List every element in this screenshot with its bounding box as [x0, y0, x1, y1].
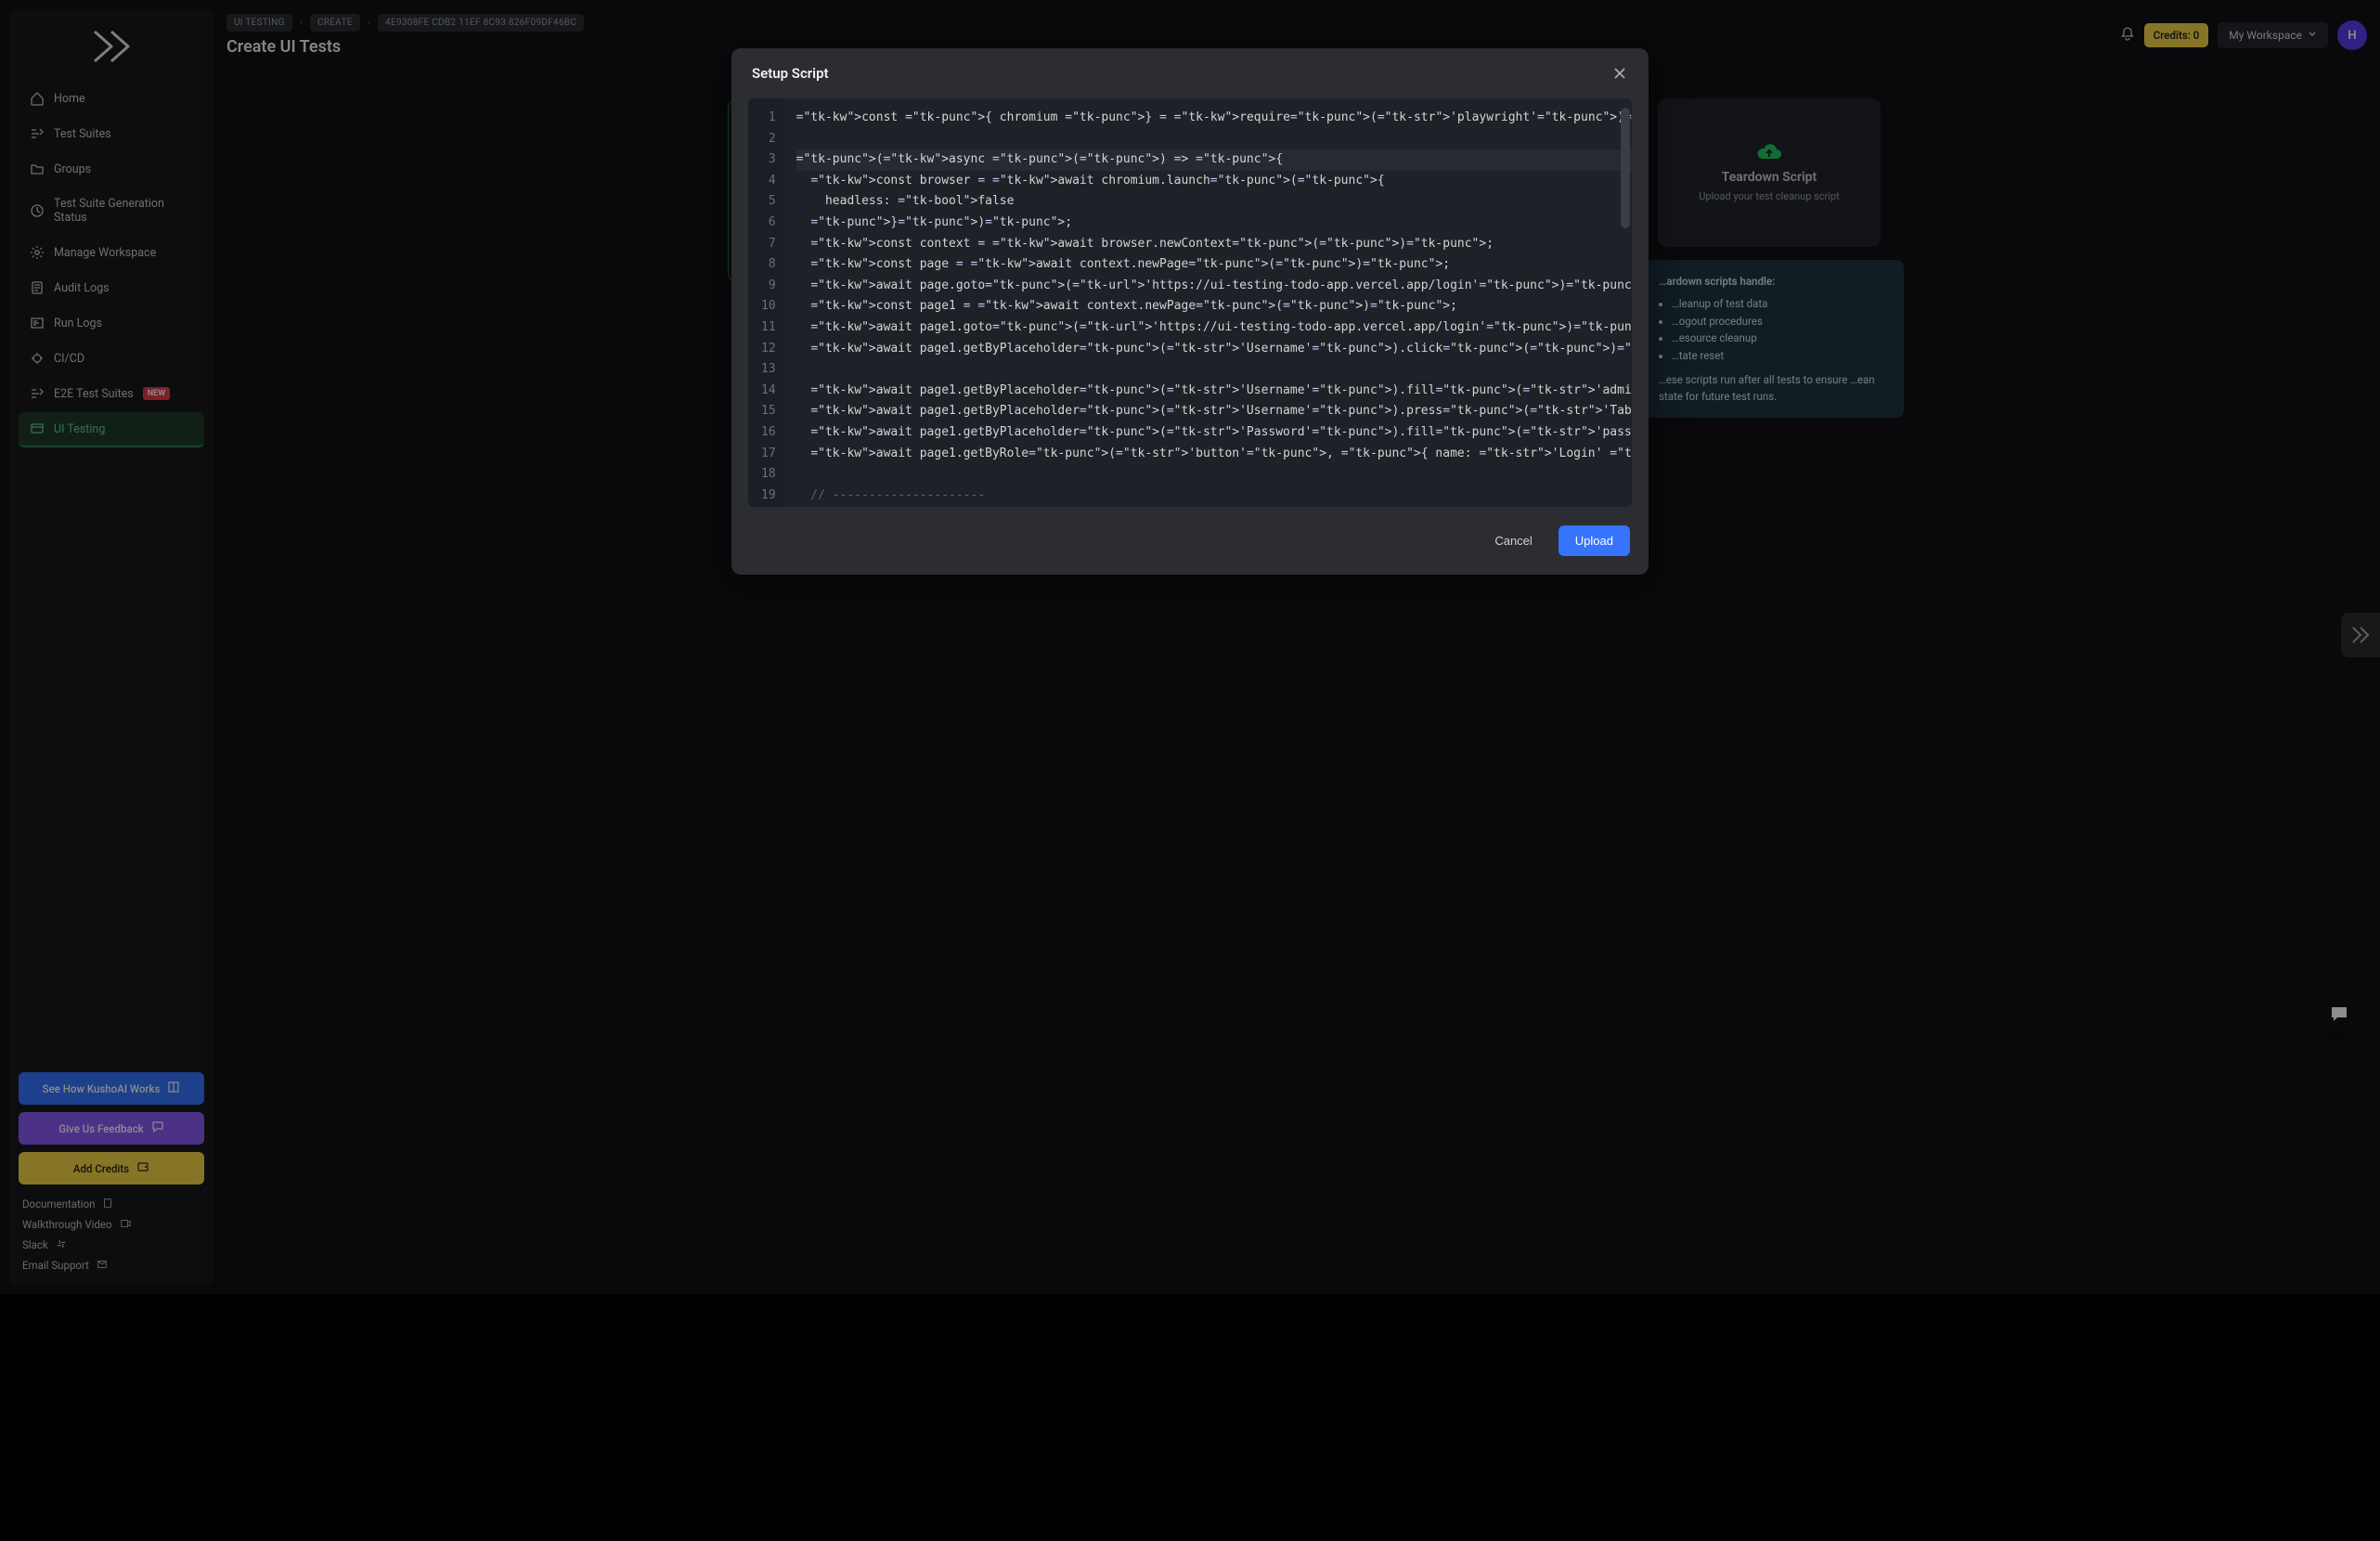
line-gutter: 12345678910111213141516171819	[748, 98, 785, 507]
code-editor[interactable]: 12345678910111213141516171819 ="tk-kw">c…	[748, 98, 1632, 507]
setup-script-modal: Setup Script 123456789101112131415161718…	[731, 48, 1649, 575]
editor-scrollbar[interactable]	[1621, 108, 1630, 228]
code-content[interactable]: ="tk-kw">const ="tk-punc">{ chromium ="t…	[785, 98, 1632, 507]
cancel-button[interactable]: Cancel	[1478, 525, 1548, 556]
upload-button[interactable]: Upload	[1559, 525, 1630, 556]
modal-title: Setup Script	[752, 65, 829, 82]
close-icon[interactable]	[1611, 65, 1628, 82]
modal-backdrop: Setup Script 123456789101112131415161718…	[0, 0, 2380, 1294]
